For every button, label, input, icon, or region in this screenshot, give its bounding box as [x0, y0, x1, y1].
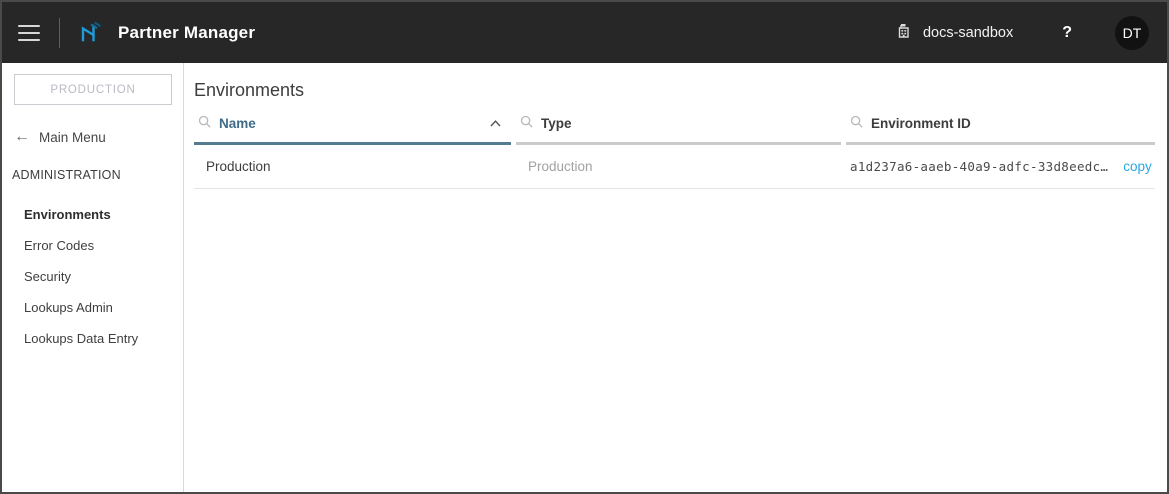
- partner-manager-logo-icon: [77, 19, 104, 46]
- sidebar-section-title: ADMINISTRATION: [12, 168, 183, 182]
- sort-ascending-icon[interactable]: [489, 119, 502, 128]
- page-title: Environments: [194, 80, 1155, 101]
- cell-name: Production: [194, 159, 511, 174]
- header-divider: [59, 18, 60, 48]
- main-content: Environments Name: [184, 63, 1167, 492]
- help-button[interactable]: ?: [1062, 24, 1072, 42]
- column-label-type: Type: [541, 116, 572, 131]
- top-header-bar: Partner Manager docs-sandbox: [2, 2, 1167, 63]
- header-right-controls: docs-sandbox ? DT: [894, 16, 1149, 50]
- table-row[interactable]: Production Production a1d237a6-aaeb-40a9…: [194, 145, 1155, 189]
- column-header-name[interactable]: Name: [194, 115, 511, 145]
- organization-name: docs-sandbox: [923, 25, 1013, 41]
- sidebar-nav-list: Environments Error Codes Security Lookup…: [2, 199, 183, 354]
- environment-id-value: a1d237a6-aaeb-40a9-adfc-33d8eedc…: [850, 159, 1108, 174]
- sidebar-item-error-codes[interactable]: Error Codes: [2, 230, 183, 261]
- sidebar-item-environments[interactable]: Environments: [2, 199, 183, 230]
- sidebar: PRODUCTION ← Main Menu ADMINISTRATION En…: [2, 63, 184, 492]
- cell-type: Production: [516, 159, 841, 174]
- search-icon: [850, 115, 864, 132]
- cell-environment-id: a1d237a6-aaeb-40a9-adfc-33d8eedc… copy: [846, 159, 1155, 174]
- column-label-environment-id: Environment ID: [871, 116, 971, 131]
- content-row: PRODUCTION ← Main Menu ADMINISTRATION En…: [2, 63, 1167, 492]
- main-menu-back-link[interactable]: ← Main Menu: [14, 129, 183, 145]
- user-avatar[interactable]: DT: [1115, 16, 1149, 50]
- left-arrow-icon: ←: [14, 129, 30, 145]
- hamburger-menu-icon[interactable]: [18, 25, 40, 41]
- sidebar-item-lookups-data-entry[interactable]: Lookups Data Entry: [2, 323, 183, 354]
- app-title: Partner Manager: [118, 23, 255, 43]
- environments-table: Name: [194, 115, 1155, 189]
- organization-icon: [894, 21, 913, 45]
- table-header-row: Name: [194, 115, 1155, 145]
- copy-button[interactable]: copy: [1123, 159, 1152, 174]
- environment-badge-button[interactable]: PRODUCTION: [14, 74, 172, 105]
- sidebar-item-security[interactable]: Security: [2, 261, 183, 292]
- column-header-environment-id[interactable]: Environment ID: [846, 115, 1155, 145]
- main-menu-label: Main Menu: [39, 130, 106, 145]
- column-header-type[interactable]: Type: [516, 115, 841, 145]
- app-window: Partner Manager docs-sandbox: [0, 0, 1169, 494]
- sidebar-item-lookups-admin[interactable]: Lookups Admin: [2, 292, 183, 323]
- search-icon: [520, 115, 534, 132]
- organization-selector[interactable]: docs-sandbox: [894, 21, 1013, 45]
- column-label-name: Name: [219, 116, 256, 131]
- search-icon: [198, 115, 212, 132]
